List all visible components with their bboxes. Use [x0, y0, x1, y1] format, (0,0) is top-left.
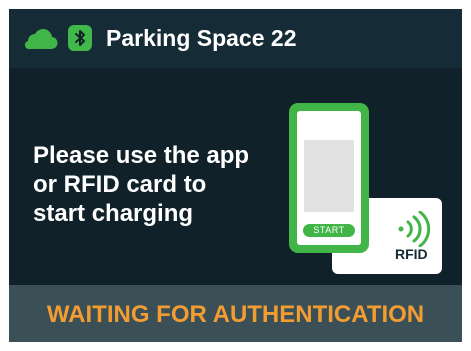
contactless-icon: [398, 211, 431, 247]
phone-display-area: [304, 140, 354, 212]
phone-illustration: START: [289, 103, 369, 253]
header-bar: Parking Space 22: [9, 9, 462, 68]
parking-space-title: Parking Space 22: [106, 25, 297, 51]
instruction-line: Please use the app: [33, 142, 250, 169]
cloud-icon: [24, 29, 58, 50]
status-bar: WAITING FOR AUTHENTICATION: [9, 285, 462, 342]
instruction-line: or RFID card to: [33, 171, 207, 198]
authentication-status: WAITING FOR AUTHENTICATION: [46, 301, 425, 328]
bluetooth-icon: [68, 25, 92, 51]
phone-screen: START: [297, 111, 361, 245]
instruction-text: Please use the app or RFID card to start…: [33, 141, 273, 228]
phone-start-button: START: [303, 224, 355, 237]
rfid-label: RFID: [395, 246, 428, 262]
charger-display: Parking Space 22 Please use the app or R…: [9, 9, 462, 342]
instruction-line: start charging: [33, 200, 194, 227]
